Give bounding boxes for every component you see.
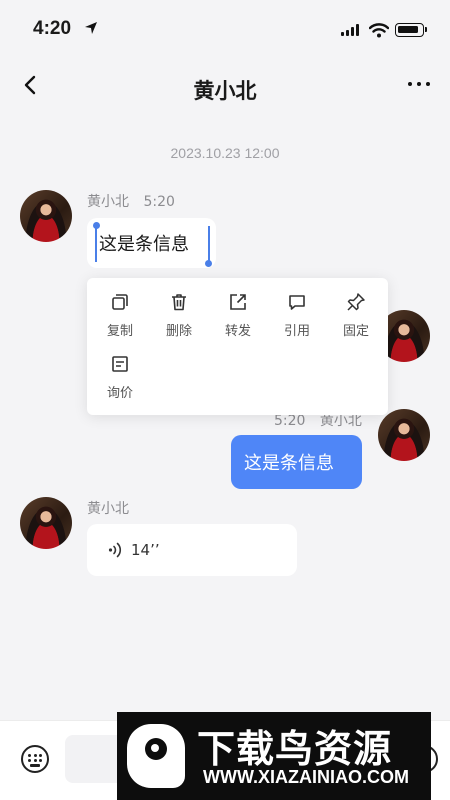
selection-cursor-end [208, 226, 210, 262]
menu-item-label: 固定 [342, 324, 369, 339]
selection-cursor-start [95, 226, 97, 262]
selection-handle-end[interactable] [205, 260, 212, 267]
message-text[interactable]: 这是条信息 [99, 230, 189, 256]
menu-item-label: 转发 [224, 324, 251, 339]
message-text[interactable]: 这是条信息 [244, 449, 334, 475]
voice-duration: 14’’ [131, 541, 160, 559]
message-context-menu: 复制 删除 转发 引用 固定 询价 [87, 278, 388, 415]
status-time: 4:20 [33, 18, 72, 39]
inquiry-icon [112, 356, 128, 372]
battery-icon [395, 23, 427, 37]
watermark-title: 下载鸟资源 [197, 727, 393, 771]
location-arrow-icon [85, 22, 97, 34]
menu-item-pin[interactable]: 固定 [327, 292, 385, 339]
message-bubble[interactable]: 这是条信息 [231, 435, 362, 489]
voice-wave-icon [108, 542, 122, 558]
message-meta: 黄小北 [87, 498, 129, 518]
sender-name: 黄小北 [319, 413, 362, 429]
watermark: 下载鸟资源 WWW.XIAZAINIAO.COM [117, 712, 431, 800]
menu-item-label: 询价 [106, 386, 133, 401]
forward-icon [230, 294, 246, 310]
menu-item-delete[interactable]: 删除 [150, 292, 208, 339]
status-bar: 4:20 [0, 0, 450, 60]
message-time: 5:20 [274, 413, 306, 429]
menu-item-inquiry[interactable]: 询价 [91, 354, 149, 401]
pin-icon [347, 293, 365, 311]
avatar[interactable] [20, 190, 72, 242]
more-dot-icon [426, 82, 430, 86]
signal-icon [341, 24, 359, 36]
wifi-icon [369, 23, 389, 38]
avatar[interactable] [20, 497, 72, 549]
sender-name: 黄小北 [87, 501, 129, 517]
watermark-logo-icon [127, 724, 185, 788]
more-options-button[interactable] [408, 82, 430, 86]
message-bubble[interactable]: 这是条信息 [87, 218, 216, 268]
menu-item-label: 引用 [283, 324, 310, 339]
menu-item-label: 删除 [165, 324, 192, 339]
menu-item-copy[interactable]: 复制 [91, 292, 149, 339]
quote-icon [289, 295, 305, 310]
chat-timestamp: 2023.10.23 12:00 [170, 145, 280, 161]
page-title: 黄小北 [193, 79, 257, 103]
menu-item-quote[interactable]: 引用 [268, 292, 326, 339]
more-dot-icon [417, 82, 421, 86]
sender-name: 黄小北 [87, 194, 129, 210]
watermark-url: WWW.XIAZAINIAO.COM [203, 767, 409, 787]
more-dot-icon [408, 82, 412, 86]
copy-icon [112, 294, 128, 310]
nav-bar: 黄小北 [0, 60, 450, 116]
message-time: 5:20 [143, 194, 175, 210]
message-meta: 黄小北 5:20 [87, 191, 175, 211]
keyboard-button[interactable] [21, 745, 49, 773]
avatar[interactable] [378, 409, 430, 461]
trash-icon [172, 294, 186, 311]
menu-item-label: 复制 [106, 324, 133, 339]
menu-item-forward[interactable]: 转发 [209, 292, 267, 339]
voice-message-content: 14’’ [108, 541, 160, 559]
